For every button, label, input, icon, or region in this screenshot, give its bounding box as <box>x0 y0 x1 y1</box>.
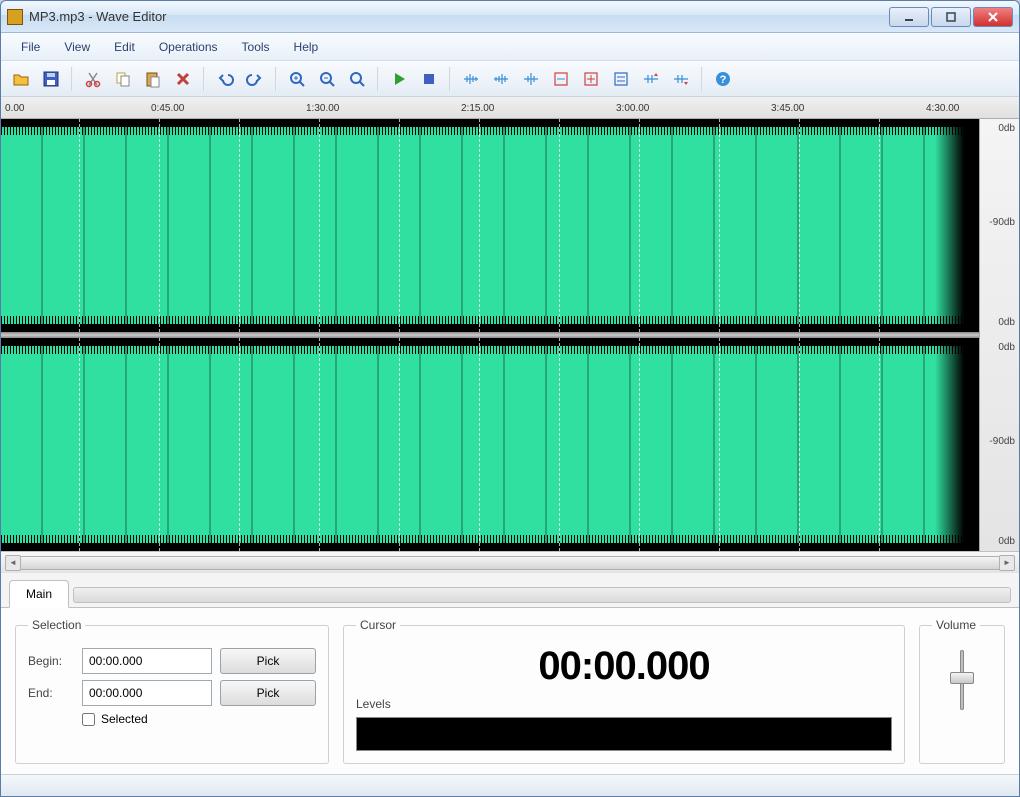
normalize-icon[interactable] <box>517 65 545 93</box>
levels-meter <box>356 717 892 751</box>
end-input[interactable] <box>82 680 212 706</box>
volume-slider[interactable] <box>932 642 992 718</box>
effect1-icon[interactable] <box>547 65 575 93</box>
redo-icon[interactable] <box>241 65 269 93</box>
selection-group: Selection Begin: Pick End: Pick Selected <box>15 618 329 764</box>
zoom-out-icon[interactable] <box>313 65 341 93</box>
save-icon[interactable] <box>37 65 65 93</box>
app-window: MP3.mp3 - Wave Editor File View Edit Ope… <box>0 0 1020 797</box>
horizontal-scrollbar[interactable] <box>1 551 1019 573</box>
statusbar <box>1 774 1019 796</box>
ruler-tick: 1:30.00 <box>306 103 339 114</box>
ruler-tick: 0.00 <box>5 103 24 114</box>
selected-checkbox[interactable] <box>82 713 95 726</box>
db-label: 0db <box>998 123 1015 134</box>
db-label: 0db <box>998 342 1015 353</box>
volume-thumb[interactable] <box>950 672 974 684</box>
fade-out-icon[interactable] <box>487 65 515 93</box>
cursor-value: 00:00.000 <box>356 644 892 689</box>
end-label: End: <box>28 686 74 700</box>
amp-down-icon[interactable] <box>667 65 695 93</box>
pick-end-button[interactable]: Pick <box>220 680 316 706</box>
tab-filler <box>73 587 1011 603</box>
cut-icon[interactable] <box>79 65 107 93</box>
menu-help[interactable]: Help <box>282 36 331 58</box>
close-button[interactable] <box>973 7 1013 27</box>
menu-tools[interactable]: Tools <box>230 36 282 58</box>
titlebar[interactable]: MP3.mp3 - Wave Editor <box>1 1 1019 33</box>
zoom-sel-icon[interactable] <box>343 65 371 93</box>
begin-input[interactable] <box>82 648 212 674</box>
window-controls <box>889 7 1013 27</box>
svg-text:?: ? <box>720 74 727 86</box>
levels-legend: Levels <box>356 697 892 711</box>
scrollbar-thumb[interactable] <box>19 556 1001 570</box>
stop-icon[interactable] <box>415 65 443 93</box>
ruler-tick: 2:15.00 <box>461 103 494 114</box>
db-scale: 0db -90db 0db 0db -90db 0db <box>979 119 1019 551</box>
tab-main[interactable]: Main <box>9 580 69 608</box>
ruler-tick: 4:30.00 <box>926 103 959 114</box>
db-label: 0db <box>998 536 1015 547</box>
volume-group: Volume <box>919 618 1005 764</box>
delete-icon[interactable] <box>169 65 197 93</box>
cursor-legend: Cursor <box>356 618 400 632</box>
selection-legend: Selection <box>28 618 85 632</box>
db-label: -90db <box>989 217 1015 228</box>
menubar: File View Edit Operations Tools Help <box>1 33 1019 61</box>
paste-icon[interactable] <box>139 65 167 93</box>
open-icon[interactable] <box>7 65 35 93</box>
effect2-icon[interactable] <box>577 65 605 93</box>
zoom-in-icon[interactable] <box>283 65 311 93</box>
db-label: -90db <box>989 436 1015 447</box>
help-icon[interactable]: ? <box>709 65 737 93</box>
begin-label: Begin: <box>28 654 74 668</box>
undo-icon[interactable] <box>211 65 239 93</box>
ruler-tick: 3:00.00 <box>616 103 649 114</box>
selected-label: Selected <box>101 712 148 726</box>
menu-view[interactable]: View <box>52 36 102 58</box>
toolbar: ? <box>1 61 1019 97</box>
bottom-panel: Selection Begin: Pick End: Pick Selected… <box>1 608 1019 774</box>
fade-in-icon[interactable] <box>457 65 485 93</box>
time-ruler[interactable]: 0.00 0:45.00 1:30.00 2:15.00 3:00.00 3:4… <box>1 97 1019 119</box>
window-title: MP3.mp3 - Wave Editor <box>29 9 889 24</box>
tab-strip: Main <box>1 573 1019 608</box>
amp-up-icon[interactable] <box>637 65 665 93</box>
menu-file[interactable]: File <box>9 36 52 58</box>
waveform-channel-left[interactable] <box>1 119 979 332</box>
cursor-group: Cursor 00:00.000 Levels <box>343 618 905 764</box>
play-icon[interactable] <box>385 65 413 93</box>
waveform-area[interactable]: 0db -90db 0db 0db -90db 0db <box>1 119 1019 551</box>
maximize-button[interactable] <box>931 7 971 27</box>
menu-operations[interactable]: Operations <box>147 36 230 58</box>
waveform-channel-right[interactable] <box>1 338 979 551</box>
ruler-tick: 0:45.00 <box>151 103 184 114</box>
pick-begin-button[interactable]: Pick <box>220 648 316 674</box>
app-icon <box>7 9 23 25</box>
menu-edit[interactable]: Edit <box>102 36 147 58</box>
minimize-button[interactable] <box>889 7 929 27</box>
effect3-icon[interactable] <box>607 65 635 93</box>
copy-icon[interactable] <box>109 65 137 93</box>
volume-legend: Volume <box>932 618 980 632</box>
db-label: 0db <box>998 317 1015 328</box>
ruler-tick: 3:45.00 <box>771 103 804 114</box>
